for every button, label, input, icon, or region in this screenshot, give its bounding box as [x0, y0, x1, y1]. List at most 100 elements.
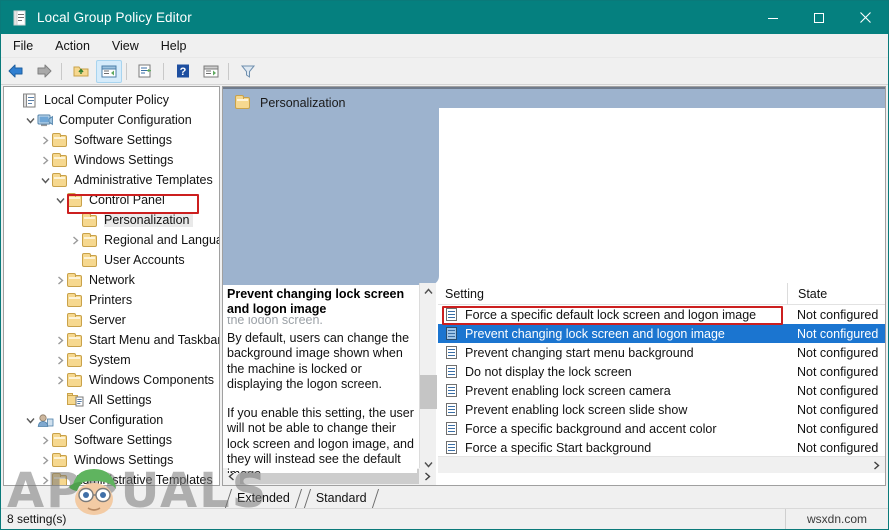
setting-cell: Force a specific background and accent c… — [438, 422, 787, 436]
chevron-down-icon[interactable] — [23, 413, 37, 427]
tree-node-label: All Settings — [89, 393, 152, 407]
chevron-down-icon[interactable] — [53, 193, 67, 207]
table-row[interactable]: Force a specific background and accent c… — [438, 419, 885, 438]
svg-text:?: ? — [180, 66, 187, 78]
chevron-right-icon[interactable] — [68, 233, 82, 247]
folder-icon — [82, 212, 99, 228]
chevron-none — [68, 213, 82, 227]
tree-node-control-panel[interactable]: Control Panel — [4, 190, 219, 210]
tree-node-user-configuration[interactable]: User Configuration — [4, 410, 219, 430]
tree-node-label: Printers — [89, 293, 133, 307]
tree-node-label: Start Menu and Taskbar — [89, 333, 220, 347]
column-header-state[interactable]: State — [787, 282, 885, 305]
chevron-right-icon[interactable] — [38, 473, 52, 485]
tree-node-administrative-templates[interactable]: Administrative Templates — [4, 170, 219, 190]
state-cell: Not configured — [797, 402, 879, 417]
setting-cell: Do not display the lock screen — [438, 365, 787, 379]
scroll-up-icon[interactable] — [420, 283, 437, 300]
policy-setting-icon — [445, 384, 459, 397]
hscroll-right-icon[interactable] — [419, 468, 436, 485]
folder-icon — [67, 292, 84, 308]
folder-icon — [82, 252, 99, 268]
menu-help[interactable]: Help — [151, 37, 197, 55]
description-scroll-thumb[interactable] — [420, 375, 437, 409]
tree-node-printers[interactable]: Printers — [4, 290, 219, 310]
column-header-setting[interactable]: Setting — [438, 287, 787, 301]
tree-node-label: Windows Components — [89, 373, 215, 387]
tree-node-windows-settings[interactable]: Windows Settings — [4, 450, 219, 470]
chevron-right-icon[interactable] — [53, 353, 67, 367]
forward-icon[interactable] — [31, 60, 57, 83]
tree-node-user-accounts[interactable]: User Accounts — [4, 250, 219, 270]
tree-node-local-computer-policy[interactable]: Local Computer Policy — [4, 90, 219, 110]
tree-node-label: Personalization — [104, 213, 194, 227]
policy-setting-icon — [445, 422, 459, 435]
console-tree-pane[interactable]: Local Computer Policy Computer Configurat… — [3, 86, 220, 486]
state-cell: Not configured — [797, 440, 879, 455]
tree-node-network[interactable]: Network — [4, 270, 219, 290]
policy-setting-icon — [445, 346, 459, 359]
help-icon[interactable]: ? — [170, 60, 196, 83]
description-scrollbar[interactable] — [419, 283, 437, 473]
folder-icon — [67, 272, 84, 288]
tab-extended[interactable]: Extended — [224, 489, 303, 508]
table-row[interactable]: Prevent changing lock screen and logon i… — [438, 324, 885, 343]
table-row[interactable]: Do not display the lock screen Not config… — [438, 362, 885, 381]
show-hide-console-tree-icon[interactable] — [96, 59, 122, 83]
tree-node-administrative-templates[interactable]: Administrative Templates — [4, 470, 219, 485]
table-row[interactable]: Force a specific default lock screen and… — [438, 305, 885, 324]
tab-standard[interactable]: Standard — [303, 489, 380, 508]
back-icon[interactable] — [3, 60, 29, 83]
results-pane: Personalization Prevent changing lock sc… — [222, 86, 886, 486]
chevron-right-icon[interactable] — [38, 153, 52, 167]
minimize-button[interactable] — [750, 1, 796, 34]
export-list-icon[interactable] — [133, 60, 159, 83]
chevron-down-icon[interactable] — [23, 113, 37, 127]
show-hide-action-pane-icon[interactable] — [198, 60, 224, 83]
setting-label: Force a specific default lock screen and… — [465, 307, 757, 322]
tree-node-system[interactable]: System — [4, 350, 219, 370]
table-row[interactable]: Prevent enabling lock screen camera Not c… — [438, 381, 885, 400]
chevron-right-icon[interactable] — [38, 133, 52, 147]
settings-list[interactable]: Setting State Force a specific default l… — [438, 282, 885, 473]
policy-setting-icon — [445, 327, 459, 340]
folder-icon — [67, 352, 84, 368]
tree-node-windows-settings[interactable]: Windows Settings — [4, 150, 219, 170]
table-row[interactable]: Force a specific Start background Not con… — [438, 438, 885, 457]
tree-node-start-menu-and-taskbar[interactable]: Start Menu and Taskbar — [4, 330, 219, 350]
maximize-button[interactable] — [796, 1, 842, 34]
menu-view[interactable]: View — [102, 37, 149, 55]
folder-icon — [235, 95, 252, 110]
menu-action[interactable]: Action — [45, 37, 100, 55]
tree-node-all-settings[interactable]: All Settings — [4, 390, 219, 410]
up-folder-icon[interactable] — [68, 60, 94, 83]
menu-bar: File Action View Help — [1, 34, 888, 58]
menu-file[interactable]: File — [3, 37, 43, 55]
chevron-right-icon[interactable] — [38, 433, 52, 447]
tree-node-windows-components[interactable]: Windows Components — [4, 370, 219, 390]
table-row[interactable]: Prevent changing start menu background No… — [438, 343, 885, 362]
chevron-right-icon[interactable] — [53, 333, 67, 347]
tree-node-software-settings[interactable]: Software Settings — [4, 130, 219, 150]
toolbar-separator-4 — [228, 62, 229, 80]
setting-label: Force a specific background and accent c… — [465, 421, 717, 436]
setting-cell: Prevent changing start menu background — [438, 346, 787, 360]
chevron-right-icon[interactable] — [38, 453, 52, 467]
tree-node-software-settings[interactable]: Software Settings — [4, 430, 219, 450]
chevron-right-icon[interactable] — [53, 273, 67, 287]
chevron-down-icon[interactable] — [38, 173, 52, 187]
close-button[interactable] — [842, 1, 888, 34]
settings-hscrollbar[interactable] — [438, 456, 885, 473]
tree-node-personalization[interactable]: Personalization — [4, 210, 219, 230]
tree-node-label: Administrative Templates — [74, 173, 213, 187]
filter-icon[interactable] — [235, 60, 261, 83]
tree-node-server[interactable]: Server — [4, 310, 219, 330]
tree-node-computer-configuration[interactable]: Computer Configuration — [4, 110, 219, 130]
tree-node-regional-and-languag[interactable]: Regional and Languag — [4, 230, 219, 250]
settings-hscroll-right-icon[interactable] — [868, 457, 885, 474]
status-bar: 8 setting(s) wsxdn.com — [1, 508, 888, 529]
table-row[interactable]: Prevent enabling lock screen slide show N… — [438, 400, 885, 419]
chevron-right-icon[interactable] — [53, 373, 67, 387]
setting-cell: Force a specific default lock screen and… — [438, 308, 787, 322]
state-cell: Not configured — [797, 364, 879, 379]
